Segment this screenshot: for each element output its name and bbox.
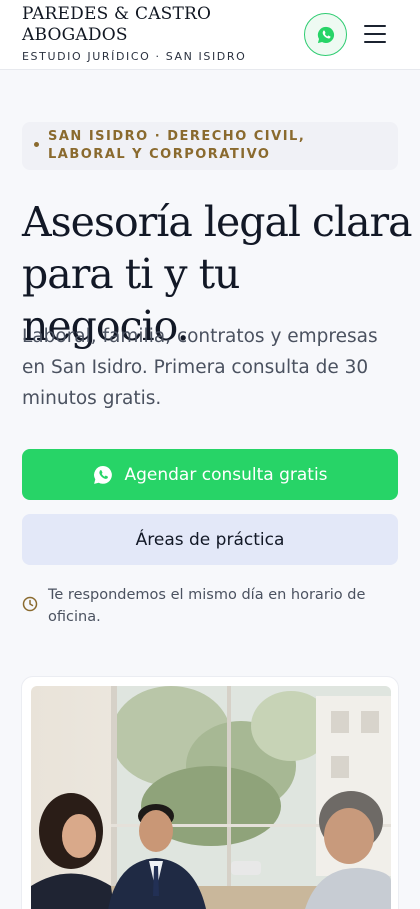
badge-dot [34, 142, 39, 147]
hero-photo-card [21, 676, 399, 909]
whatsapp-header-button[interactable] [304, 13, 347, 56]
badge-text: SAN ISIDRO · DERECHO CIVIL, LABORAL Y CO… [48, 129, 306, 162]
schedule-consultation-label: Agendar consulta gratis [124, 464, 328, 485]
menu-line [364, 41, 386, 43]
hero-headline-line1: Asesoría legal clara [22, 198, 413, 246]
practice-badge: SAN ISIDRO · DERECHO CIVIL, LABORAL Y CO… [22, 122, 398, 170]
brand-name-line1: PAREDES & CASTRO [22, 4, 212, 24]
clock-icon [22, 596, 38, 612]
practice-areas-button[interactable]: Áreas de práctica [22, 514, 398, 565]
hero-lead: Laboral, familia, contratos y empresas e… [22, 326, 378, 409]
response-note-text: Te respondemos el mismo día en horario d… [48, 587, 366, 625]
whatsapp-icon [94, 465, 113, 484]
schedule-consultation-button[interactable]: Agendar consulta gratis [22, 449, 398, 500]
response-note: Te respondemos el mismo día en horario d… [22, 584, 392, 628]
menu-line [364, 33, 386, 35]
brand-name-line2: ABOGADOS [22, 25, 128, 45]
brand-logo[interactable]: PAREDES & CASTRO ABOGADOS ESTUDIO JURÍDI… [22, 4, 246, 63]
office-meeting-photo [31, 686, 391, 909]
hamburger-menu-button[interactable] [362, 22, 388, 46]
practice-areas-label: Áreas de práctica [135, 529, 285, 550]
site-header: PAREDES & CASTRO ABOGADOS ESTUDIO JURÍDI… [0, 0, 420, 70]
brand-subtitle: ESTUDIO JURÍDICO · SAN ISIDRO [22, 50, 247, 63]
menu-line [364, 25, 386, 27]
whatsapp-icon [317, 26, 334, 43]
